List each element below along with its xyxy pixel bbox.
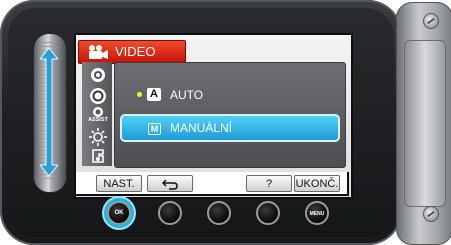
help-softkey[interactable]: ? bbox=[246, 175, 292, 192]
ok-button[interactable]: OK bbox=[107, 201, 131, 225]
white-balance-icon[interactable] bbox=[86, 146, 110, 166]
hardware-button-3[interactable] bbox=[207, 201, 231, 225]
return-arrow-icon bbox=[161, 179, 178, 190]
menu-title: VIDEO bbox=[115, 44, 156, 59]
menu-label: MENU bbox=[309, 211, 325, 217]
hinge-slot bbox=[404, 40, 446, 207]
movie-camera-icon bbox=[89, 45, 108, 59]
settings-softkey[interactable]: NAST. bbox=[96, 175, 142, 192]
up-down-arrows-icon bbox=[40, 48, 58, 176]
option-label: AUTO bbox=[170, 88, 204, 102]
focus-icon[interactable] bbox=[86, 86, 110, 106]
screw-icon bbox=[423, 13, 439, 29]
exit-softkey[interactable]: UKONČ. bbox=[294, 175, 340, 192]
brightness-icon[interactable] bbox=[86, 127, 110, 147]
manual-badge-icon: M bbox=[148, 123, 161, 135]
assist-icon[interactable]: ASSIST bbox=[86, 106, 110, 126]
option-auto[interactable]: A AUTO bbox=[120, 84, 340, 106]
option-label: MANUÁLNÍ bbox=[170, 121, 233, 135]
menu-button[interactable]: MENU bbox=[305, 201, 329, 225]
screw-icon bbox=[423, 206, 439, 222]
back-softkey[interactable] bbox=[147, 175, 193, 192]
scene-icon[interactable] bbox=[86, 65, 110, 85]
hardware-button-2[interactable] bbox=[158, 201, 182, 225]
option-manual[interactable]: M MANUÁLNÍ bbox=[120, 114, 340, 142]
hardware-button-4[interactable] bbox=[256, 201, 280, 225]
ok-label: OK bbox=[114, 210, 124, 216]
selected-dot-icon bbox=[137, 92, 142, 97]
menu-title-bar: VIDEO bbox=[78, 40, 186, 64]
auto-badge-icon: A bbox=[147, 88, 161, 101]
assist-label: ASSIST bbox=[88, 117, 108, 123]
